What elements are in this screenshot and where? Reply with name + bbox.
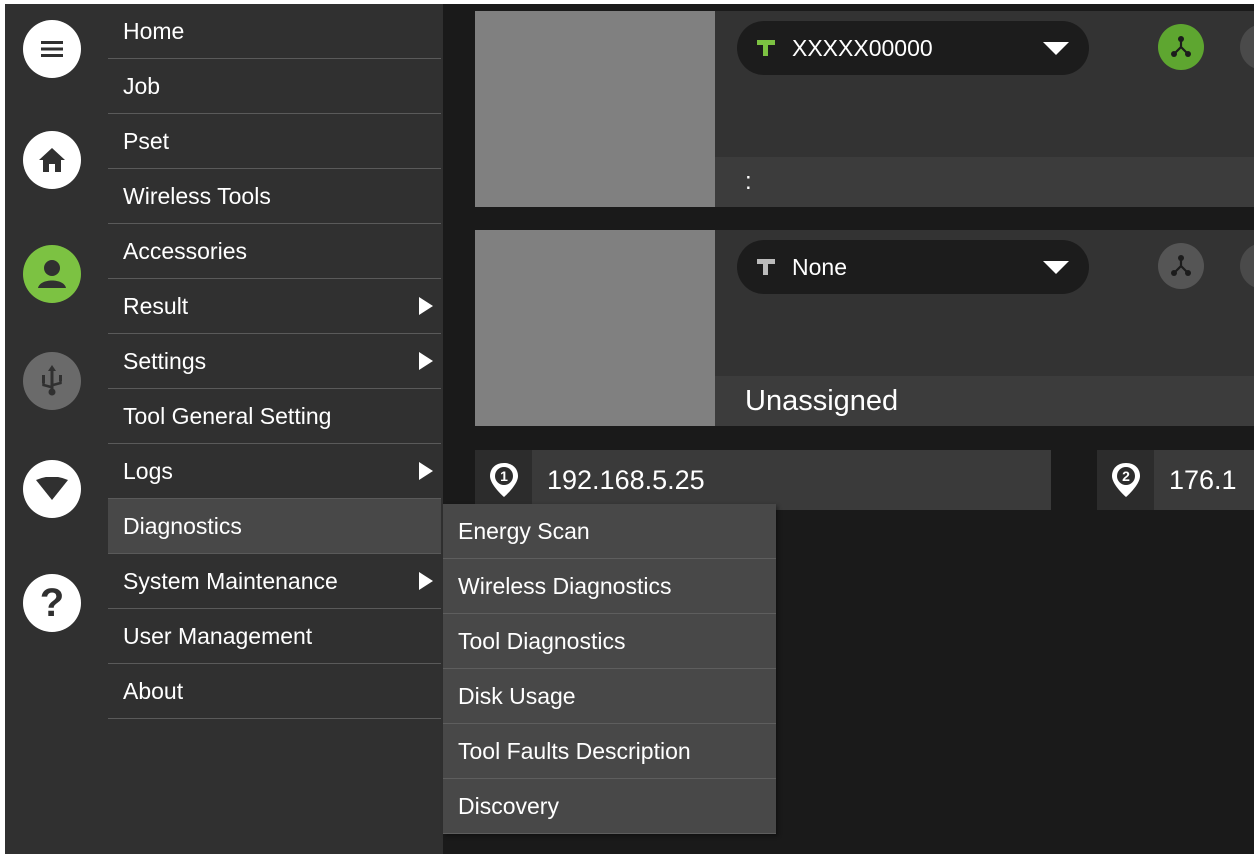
ip-badge-number: 1 — [500, 468, 508, 484]
submenu-item-discovery[interactable]: Discovery — [443, 779, 776, 834]
tool-icon — [757, 259, 775, 275]
menu-item-user-management[interactable]: User Management — [108, 609, 441, 664]
tool-card: None Unassigned — [715, 230, 1254, 426]
menu-item-tool-general-setting[interactable]: Tool General Setting — [108, 389, 441, 444]
wifi-icon[interactable] — [23, 460, 81, 518]
menu-item-home[interactable]: Home — [108, 4, 441, 59]
menu-item-pset[interactable]: Pset — [108, 114, 441, 169]
menu-item-label: Logs — [123, 457, 173, 484]
menu-item-result[interactable]: Result — [108, 279, 441, 334]
submenu-item-tool-diagnostics[interactable]: Tool Diagnostics — [443, 614, 776, 669]
app-window: ? Home Job Pset Wireless Tools Accessori… — [5, 4, 1254, 854]
menu-item-about[interactable]: About — [108, 664, 441, 719]
menu-item-label: Tool General Setting — [123, 402, 332, 429]
tool-card: XXXXX00000 : — [715, 11, 1254, 207]
diagnostics-submenu: Energy Scan Wireless Diagnostics Tool Di… — [443, 504, 776, 834]
submenu-arrow-icon — [419, 352, 433, 370]
submenu-item-disk-usage[interactable]: Disk Usage — [443, 669, 776, 724]
tool-image-placeholder — [475, 11, 715, 207]
card-action-button[interactable] — [1240, 24, 1254, 70]
ip-address-text: 192.168.5.25 — [547, 464, 705, 495]
tool-status-text: : — [745, 168, 752, 195]
chevron-down-icon — [1043, 261, 1069, 274]
tool-status-text: Unassigned — [745, 384, 899, 417]
tool-name: None — [792, 253, 847, 280]
chevron-down-icon — [1043, 42, 1069, 55]
menu-item-accessories[interactable]: Accessories — [108, 224, 441, 279]
menu-item-label: Wireless Tools — [123, 182, 271, 209]
menu-item-label: Diagnostics — [123, 512, 242, 539]
tool-status-bar: : — [715, 157, 1254, 207]
tool-select-dropdown[interactable]: XXXXX00000 — [737, 21, 1089, 75]
main-menu: Home Job Pset Wireless Tools Accessories… — [108, 4, 443, 854]
menu-item-label: Job — [123, 72, 161, 99]
user-icon[interactable] — [23, 245, 81, 303]
home-icon[interactable] — [23, 131, 81, 189]
network-icon — [1171, 255, 1191, 276]
help-icon[interactable]: ? — [23, 574, 81, 632]
submenu-item-energy-scan[interactable]: Energy Scan — [443, 504, 776, 559]
network-status-button[interactable] — [1158, 24, 1204, 70]
tool-status-bar: Unassigned — [715, 376, 1254, 426]
tool-image-placeholder — [475, 230, 715, 426]
menu-item-job[interactable]: Job — [108, 59, 441, 114]
network-status-button[interactable] — [1158, 243, 1204, 289]
menu-item-label: About — [123, 677, 184, 704]
submenu-item-tool-faults-description[interactable]: Tool Faults Description — [443, 724, 776, 779]
menu-item-system-maintenance[interactable]: System Maintenance — [108, 554, 441, 609]
submenu-arrow-icon — [419, 462, 433, 480]
ip-address-field[interactable]: 1 192.168.5.25 — [475, 450, 1051, 510]
submenu-item-label: Tool Faults Description — [458, 737, 691, 764]
menu-item-label: User Management — [123, 622, 313, 649]
usb-icon[interactable] — [23, 352, 81, 410]
menu-item-label: Pset — [123, 127, 170, 154]
submenu-item-label: Wireless Diagnostics — [458, 572, 672, 599]
ip-address-field[interactable]: 2 176.1 — [1097, 450, 1254, 510]
tool-icon — [757, 40, 775, 56]
tool-select-dropdown[interactable]: None — [737, 240, 1089, 294]
menu-item-label: Result — [123, 292, 189, 319]
location-pin-icon: 1 — [475, 450, 532, 510]
menu-item-wireless-tools[interactable]: Wireless Tools — [108, 169, 441, 224]
card-action-button[interactable] — [1240, 243, 1254, 289]
network-icon — [1171, 36, 1191, 57]
menu-item-label: System Maintenance — [123, 567, 338, 594]
tool-name: XXXXX00000 — [792, 34, 933, 61]
ip-badge-number: 2 — [1122, 468, 1130, 484]
submenu-item-label: Discovery — [458, 792, 559, 819]
menu-item-label: Home — [123, 17, 185, 44]
submenu-item-label: Tool Diagnostics — [458, 627, 626, 654]
location-pin-icon: 2 — [1097, 450, 1154, 510]
ip-address-text: 176.1 — [1169, 464, 1237, 495]
submenu-item-wireless-diagnostics[interactable]: Wireless Diagnostics — [443, 559, 776, 614]
menu-icon[interactable] — [23, 20, 81, 78]
submenu-item-label: Disk Usage — [458, 682, 576, 709]
menu-item-diagnostics[interactable]: Diagnostics — [108, 499, 441, 554]
menu-item-label: Settings — [123, 347, 207, 374]
submenu-arrow-icon — [419, 297, 433, 315]
submenu-arrow-icon — [419, 572, 433, 590]
menu-item-settings[interactable]: Settings — [108, 334, 441, 389]
menu-item-label: Accessories — [123, 237, 247, 264]
submenu-item-label: Energy Scan — [458, 517, 590, 544]
icon-rail: ? — [5, 4, 108, 854]
menu-item-logs[interactable]: Logs — [108, 444, 441, 499]
